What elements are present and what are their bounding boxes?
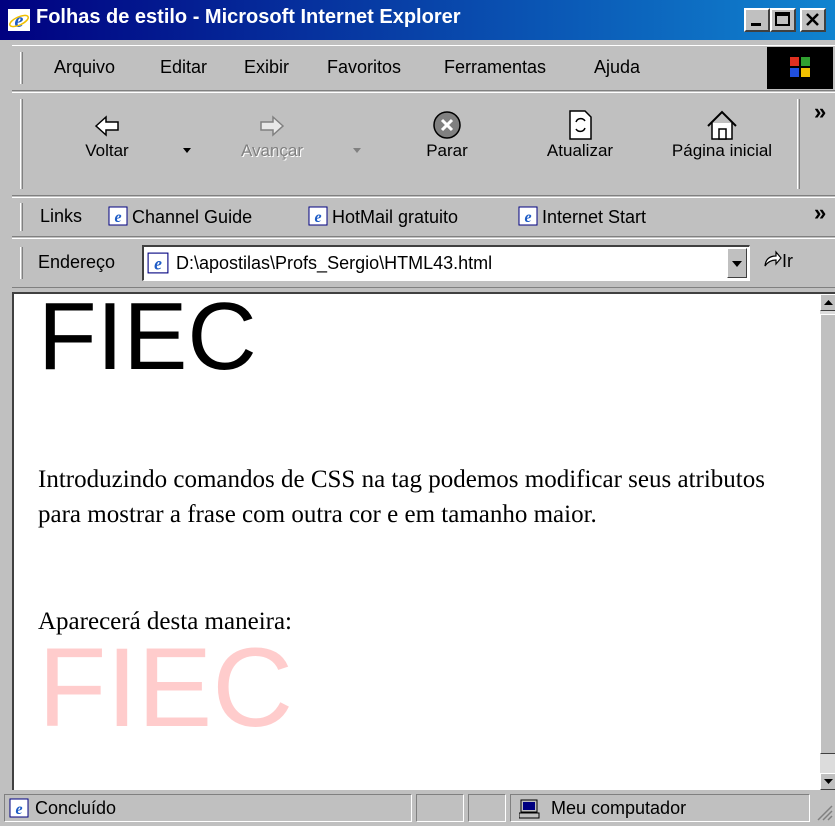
status-panel-3 — [468, 794, 506, 822]
address-label: Endereço — [38, 252, 116, 272]
vertical-scrollbar[interactable] — [820, 294, 835, 790]
ie-page-icon: e — [108, 206, 128, 226]
close-button[interactable] — [800, 8, 826, 32]
arrow-up-icon — [824, 300, 833, 305]
go-arrow-icon — [764, 250, 782, 267]
status-panel-main: e Concluído — [4, 794, 412, 822]
zone-text: Meu computador — [551, 798, 687, 818]
go-label: Ir — [782, 251, 793, 271]
scroll-up-button[interactable] — [820, 294, 835, 311]
maximize-button[interactable] — [770, 8, 796, 32]
standard-toolbar: Voltar Avançar Parar Atualizar Página in… — [12, 92, 835, 196]
menu-exibir[interactable]: Exibir — [244, 57, 289, 78]
menu-favoritos[interactable]: Favoritos — [327, 57, 401, 78]
menu-ajuda[interactable]: Ajuda — [594, 57, 640, 78]
go-button[interactable]: Ir — [762, 250, 793, 272]
address-bar: Endereço e D:\apostilas\Profs_Sergio\HTM… — [12, 238, 835, 288]
stop-label: Parar — [426, 141, 468, 160]
close-icon — [806, 13, 819, 26]
scroll-down-button[interactable] — [820, 773, 835, 790]
forward-arrow-icon — [260, 115, 285, 137]
address-value: D:\apostilas\Profs_Sergio\HTML43.html — [176, 253, 493, 273]
status-text: Concluído — [35, 798, 117, 818]
link-channel-guide-label: Channel Guide — [132, 207, 253, 227]
menu-bar: Arquivo Editar Exibir Favoritos Ferramen… — [12, 45, 835, 91]
links-label: Links — [40, 206, 83, 226]
heading-fiec: FIEC — [38, 292, 257, 390]
page-content: FIEC Introduzindo comandos de CSS na tag… — [12, 292, 835, 790]
toolbar-chevron[interactable]: » — [814, 99, 826, 125]
links-grip[interactable] — [20, 203, 23, 231]
styled-heading-fiec: FIEC — [38, 625, 294, 750]
svg-text:e: e — [114, 209, 121, 226]
address-field[interactable]: e D:\apostilas\Profs_Sergio\HTML43.html — [142, 245, 750, 281]
ie-page-icon: e — [308, 206, 328, 226]
ie-page-icon: e — [518, 206, 538, 226]
ie-logo-icon: e — [8, 9, 30, 31]
home-label: Página inicial — [671, 141, 773, 160]
scroll-thumb[interactable] — [820, 314, 835, 754]
home-icon — [707, 110, 737, 140]
title-bar: e Folhas de estilo - Microsoft Internet … — [0, 0, 835, 40]
svg-text:e: e — [314, 209, 321, 226]
refresh-button[interactable]: Atualizar — [520, 107, 640, 187]
window-frame-left — [0, 288, 12, 790]
resize-grip-icon[interactable] — [814, 802, 834, 822]
minimize-button[interactable] — [744, 8, 770, 32]
forward-dropdown-icon[interactable] — [350, 145, 364, 155]
forward-label: Avançar — [240, 141, 304, 160]
svg-text:e: e — [15, 10, 24, 31]
refresh-icon — [569, 110, 592, 140]
toolbar-grip[interactable] — [20, 99, 23, 189]
page-icon: e — [147, 252, 169, 274]
ie-page-icon: e — [9, 798, 29, 818]
status-panel-zone: Meu computador — [510, 794, 810, 822]
links-chevron[interactable]: » — [814, 200, 826, 226]
intro-paragraph: Introduzindo comandos de CSS na tag pode… — [38, 466, 765, 528]
windows-logo-box — [767, 47, 833, 89]
back-button[interactable]: Voltar — [52, 107, 162, 187]
toolbar-separator — [797, 99, 800, 189]
maximize-icon — [775, 12, 790, 26]
computer-icon — [519, 799, 540, 819]
back-label: Voltar — [85, 141, 129, 160]
chevron-down-icon — [732, 261, 742, 267]
back-dropdown-icon[interactable] — [180, 145, 194, 155]
link-internet-start-label: Internet Start — [542, 207, 647, 227]
link-hotmail[interactable]: e HotMail gratuito — [308, 206, 458, 228]
menu-editar[interactable]: Editar — [160, 57, 207, 78]
address-dropdown-button[interactable] — [727, 248, 747, 278]
link-internet-start[interactable]: e Internet Start — [518, 206, 646, 228]
menu-arquivo[interactable]: Arquivo — [54, 57, 115, 78]
address-grip[interactable] — [20, 247, 23, 279]
status-bar: e Concluído Meu computador — [0, 790, 835, 826]
arrow-down-icon — [824, 779, 833, 784]
svg-text:e: e — [154, 254, 162, 274]
stop-icon — [433, 111, 461, 139]
windows-flag-icon — [790, 57, 810, 77]
forward-button[interactable]: Avançar — [212, 107, 332, 187]
back-arrow-icon — [94, 115, 119, 137]
menu-ferramentas[interactable]: Ferramentas — [444, 57, 546, 78]
status-panel-2 — [416, 794, 464, 822]
link-channel-guide[interactable]: e Channel Guide — [108, 206, 252, 228]
window-title: Folhas de estilo - Microsoft Internet Ex… — [36, 6, 461, 28]
menu-grip[interactable] — [20, 52, 23, 84]
links-bar: Links e Channel Guide e HotMail gratuito e… — [12, 197, 835, 237]
home-button[interactable]: Página inicial — [652, 107, 792, 187]
link-hotmail-label: HotMail gratuito — [332, 207, 459, 227]
refresh-label: Atualizar — [546, 141, 614, 160]
svg-text:e: e — [15, 801, 22, 818]
stop-button[interactable]: Parar — [392, 107, 502, 187]
minimize-icon — [751, 23, 761, 26]
svg-text:e: e — [524, 209, 531, 226]
